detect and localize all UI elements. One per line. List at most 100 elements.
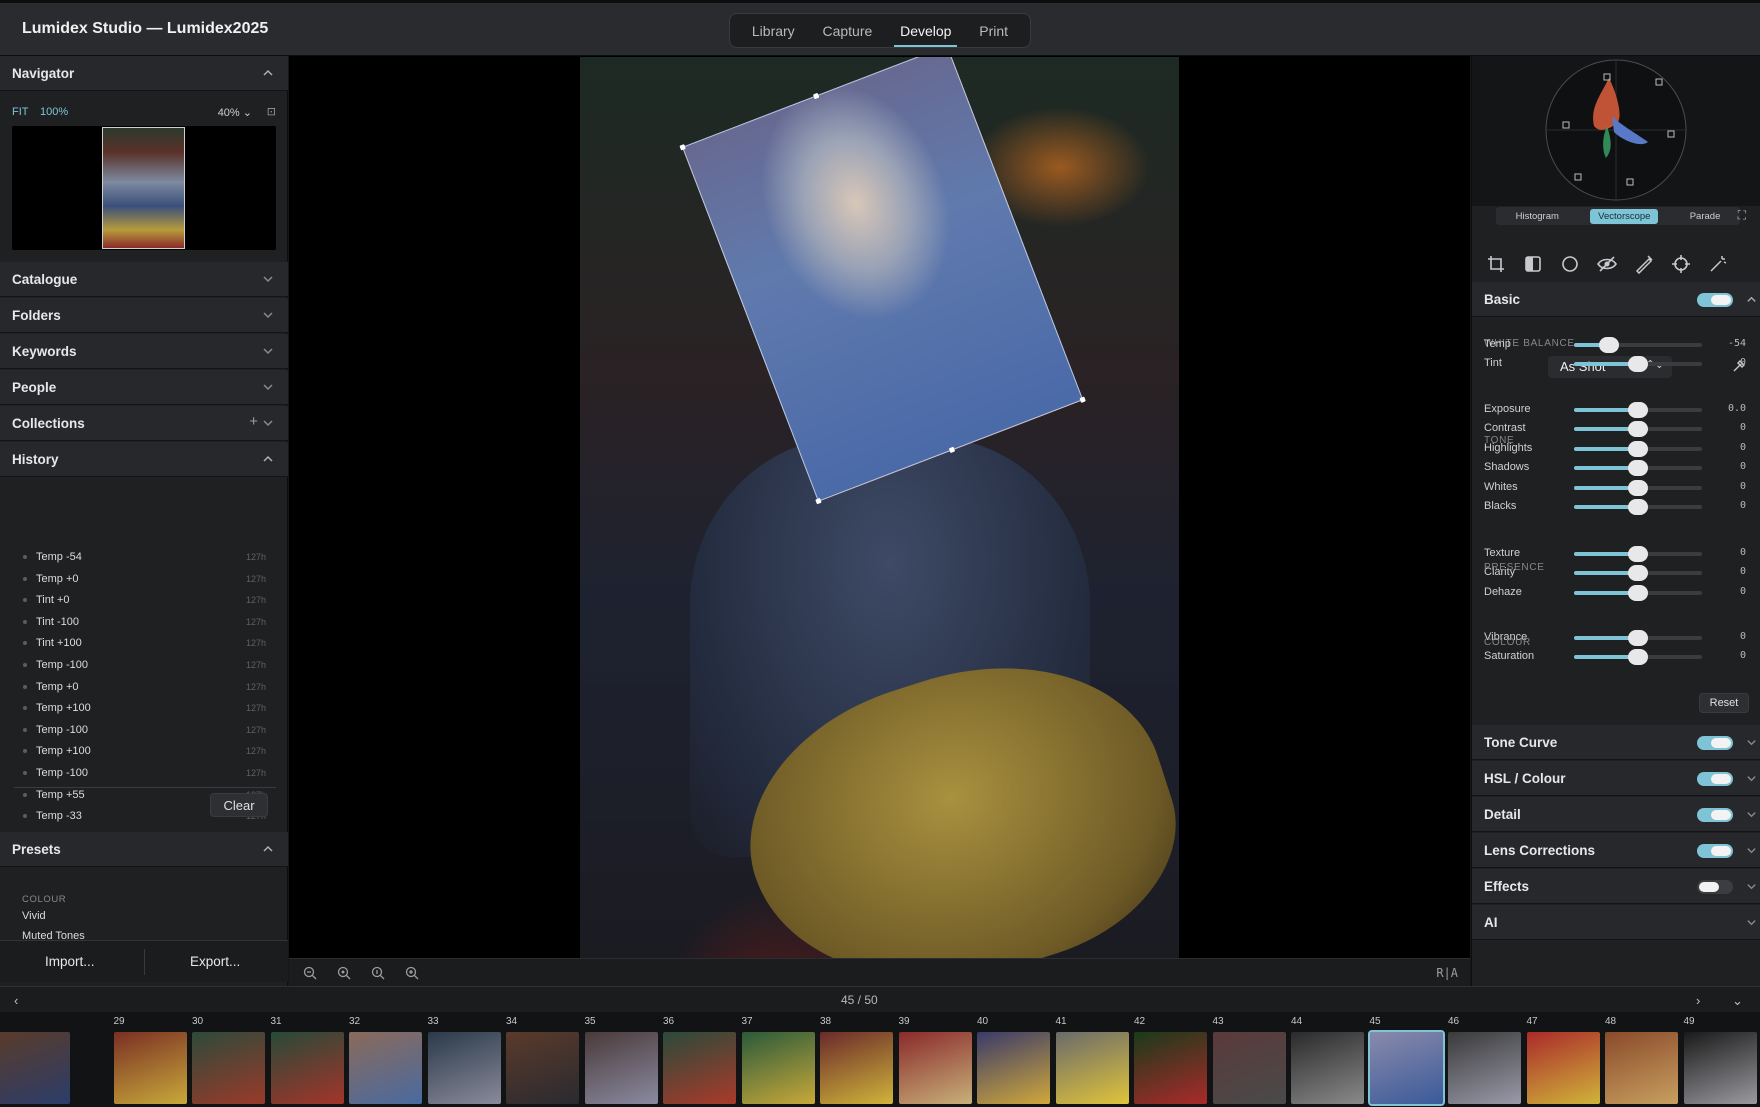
whites-slider-handle[interactable]	[1628, 480, 1648, 496]
filmstrip-thumbnail[interactable]	[113, 1032, 187, 1104]
history-item[interactable]: Temp +0 127h	[20, 679, 266, 697]
brush-icon[interactable]	[1634, 254, 1654, 274]
saturation-slider[interactable]	[1574, 649, 1702, 665]
dehaze-slider-handle[interactable]	[1628, 585, 1648, 601]
target-icon[interactable]	[1671, 254, 1691, 274]
redeye-icon[interactable]	[1597, 254, 1617, 274]
folders-header[interactable]: Folders	[0, 298, 288, 333]
module-library[interactable]: Library	[746, 19, 801, 43]
temp-value[interactable]: -54	[1728, 338, 1746, 349]
vibrance-value[interactable]: 0	[1740, 631, 1746, 642]
module-capture[interactable]: Capture	[816, 19, 878, 43]
presets-header[interactable]: Presets	[0, 832, 288, 867]
tint-slider-handle[interactable]	[1628, 356, 1648, 372]
filmstrip-thumbnail[interactable]	[1055, 1032, 1129, 1104]
filmstrip-thumbnail[interactable]	[1605, 1032, 1678, 1104]
filmstrip-thumbnail[interactable]	[898, 1032, 972, 1104]
mask-handle[interactable]	[1079, 396, 1086, 403]
exposure-slider[interactable]	[1574, 402, 1702, 418]
shadows-slider-handle[interactable]	[1628, 460, 1648, 476]
contrast-value[interactable]: 0	[1740, 422, 1746, 433]
crop-icon[interactable]	[1486, 254, 1506, 274]
history-item[interactable]: Temp +100 127h	[20, 743, 266, 761]
effects-toggle[interactable]	[1697, 880, 1733, 894]
filmstrip-thumbnail[interactable]	[270, 1032, 344, 1104]
image-canvas[interactable]	[289, 56, 1470, 958]
whites-slider[interactable]	[1574, 480, 1702, 496]
tab-parade[interactable]: Parade	[1682, 209, 1729, 224]
filmstrip-thumbnail[interactable]	[506, 1032, 579, 1104]
add-collection-icon[interactable]: +	[249, 413, 258, 430]
history-item[interactable]: Tint +100 127h	[20, 635, 266, 653]
history-item[interactable]: Temp -100 127h	[20, 722, 266, 740]
preset-item[interactable]: Vivid	[22, 910, 46, 922]
filmstrip-thumbnail[interactable]	[1683, 1032, 1757, 1104]
filmstrip-thumbnail[interactable]	[741, 1032, 815, 1104]
hsl-panel-header[interactable]: HSL / Colour	[1472, 761, 1760, 796]
temp-slider[interactable]	[1574, 337, 1702, 353]
highlights-slider[interactable]	[1574, 441, 1702, 457]
reset-button[interactable]: Reset	[1699, 693, 1749, 713]
filmstrip-thumbnail[interactable]	[0, 1032, 70, 1104]
main-photo[interactable]	[580, 57, 1179, 958]
history-item[interactable]: Tint -100 127h	[20, 614, 266, 632]
clarity-value[interactable]: 0	[1740, 566, 1746, 577]
zoom-fit-button[interactable]: FIT	[12, 106, 29, 118]
tint-value[interactable]: 0	[1740, 357, 1746, 368]
clarity-slider-handle[interactable]	[1628, 565, 1648, 581]
zoom-in-icon[interactable]	[405, 966, 419, 980]
navigator-header[interactable]: Navigator	[0, 56, 288, 91]
zoom-fit-icon[interactable]	[337, 966, 351, 980]
tint-slider[interactable]	[1574, 356, 1702, 372]
exposure-value[interactable]: 0.0	[1728, 403, 1746, 414]
lock-icon[interactable]: ⊡	[267, 105, 276, 118]
filmstrip-thumbnail[interactable]	[1526, 1032, 1600, 1104]
texture-slider[interactable]	[1574, 546, 1702, 562]
import-button[interactable]: Import...	[45, 954, 95, 969]
lens-corrections-toggle[interactable]	[1697, 844, 1733, 858]
before-after-toggle[interactable]: R|A	[1436, 966, 1458, 980]
temp-slider-handle[interactable]	[1598, 337, 1619, 353]
collections-header[interactable]: Collections +	[0, 406, 288, 441]
blacks-slider-handle[interactable]	[1628, 499, 1648, 515]
dehaze-slider[interactable]	[1574, 585, 1702, 601]
filmstrip-thumbnail[interactable]	[1212, 1032, 1286, 1104]
filmstrip-thumbnail[interactable]	[1367, 1030, 1445, 1106]
filmstrip-collapse-icon[interactable]: ⌄	[1732, 993, 1743, 1009]
filmstrip-thumbnail[interactable]	[1291, 1032, 1364, 1104]
tab-vectorscope[interactable]: Vectorscope	[1590, 208, 1659, 224]
history-item[interactable]: Temp -100 127h	[20, 657, 266, 675]
filmstrip-thumbnail[interactable]	[977, 1032, 1050, 1104]
dehaze-value[interactable]: 0	[1740, 586, 1746, 597]
whites-value[interactable]: 0	[1740, 481, 1746, 492]
filmstrip-thumbnail[interactable]	[192, 1032, 265, 1104]
ai-panel-header[interactable]: AI	[1472, 905, 1760, 940]
tone-curve-toggle[interactable]	[1697, 736, 1733, 750]
texture-value[interactable]: 0	[1740, 547, 1746, 558]
filmstrip-thumbnail[interactable]	[1448, 1032, 1521, 1104]
filmstrip-prev-icon[interactable]: ‹	[14, 993, 18, 1008]
filmstrip-thumbnail[interactable]	[427, 1032, 501, 1104]
highlights-slider-handle[interactable]	[1628, 441, 1648, 457]
history-item[interactable]: Temp +0 127h	[20, 571, 266, 589]
zoom-100-button[interactable]: 100%	[40, 106, 68, 118]
fullscreen-icon[interactable]: ⛶	[1738, 208, 1746, 223]
blacks-value[interactable]: 0	[1740, 500, 1746, 511]
vibrance-slider-handle[interactable]	[1628, 630, 1648, 646]
filmstrip-thumbnail[interactable]	[584, 1032, 658, 1104]
zoom-actual-icon[interactable]	[371, 966, 385, 980]
zoom-out-icon[interactable]	[303, 966, 317, 980]
filmstrip-thumbnail[interactable]	[663, 1032, 736, 1104]
lens-corrections-panel-header[interactable]: Lens Corrections	[1472, 833, 1760, 868]
module-print[interactable]: Print	[973, 19, 1014, 43]
mask-handle[interactable]	[812, 92, 820, 100]
filmstrip-thumbnail[interactable]	[349, 1032, 422, 1104]
contrast-slider[interactable]	[1574, 421, 1702, 437]
clarity-slider[interactable]	[1574, 565, 1702, 581]
detail-toggle[interactable]	[1697, 808, 1733, 822]
shadows-value[interactable]: 0	[1740, 461, 1746, 472]
blacks-slider[interactable]	[1574, 499, 1702, 515]
filmstrip-thumbnail[interactable]	[820, 1032, 893, 1104]
history-item[interactable]: Temp -100 127h	[20, 765, 266, 783]
highlights-value[interactable]: 0	[1740, 442, 1746, 453]
